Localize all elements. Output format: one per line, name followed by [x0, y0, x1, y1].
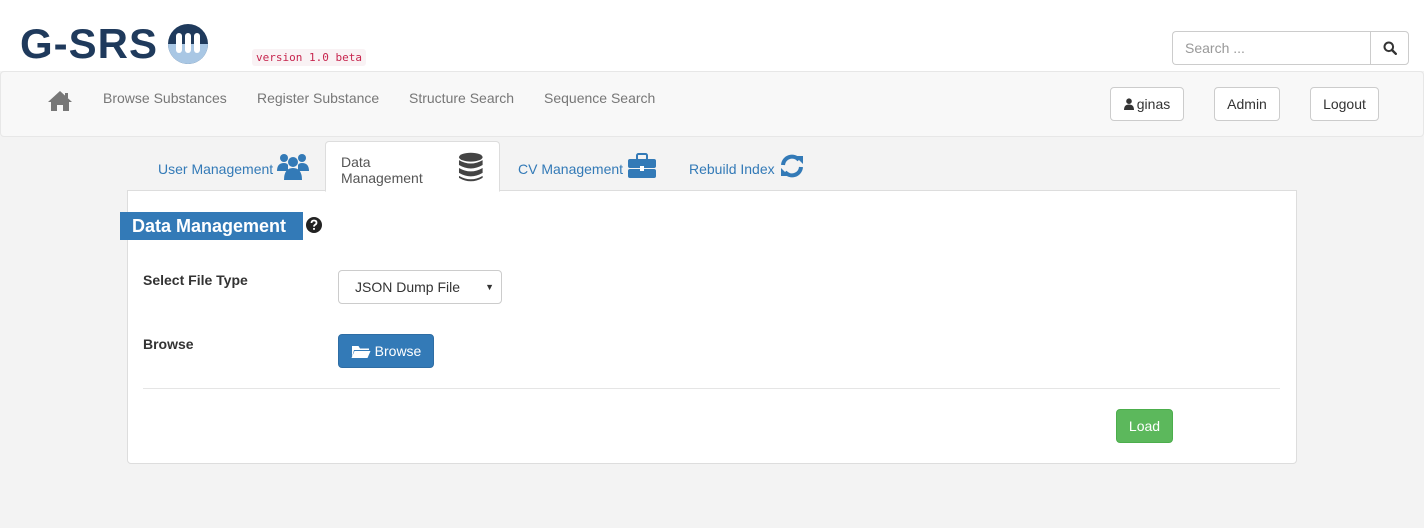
refresh-icon — [780, 154, 803, 178]
version-label: version 1.0 beta — [252, 49, 366, 66]
help-icon[interactable] — [306, 217, 322, 233]
browse-label: Browse — [143, 336, 194, 352]
home-icon — [48, 91, 72, 111]
folder-open-icon — [351, 345, 371, 358]
browse-button-label: Browse — [374, 343, 422, 359]
logo-text: G-SRS — [20, 20, 159, 67]
divider — [143, 388, 1280, 389]
search-input[interactable] — [1172, 31, 1370, 65]
briefcase-icon — [628, 153, 657, 178]
search-box — [1172, 31, 1409, 65]
home-link[interactable] — [47, 90, 73, 115]
logo[interactable]: G-SRS — [20, 20, 209, 67]
tab-label: User Management — [158, 161, 274, 177]
user-button[interactable]: ginas — [1110, 87, 1184, 121]
users-icon — [277, 154, 310, 180]
admin-button[interactable]: Admin — [1214, 87, 1280, 121]
logo-mark-icon — [168, 24, 209, 64]
file-type-value: JSON Dump File — [355, 279, 461, 295]
tab-cv-management[interactable]: CV Management — [503, 141, 672, 191]
header: G-SRS version 1.0 beta — [0, 0, 1424, 71]
admin-tabs: User Management Data Management CV Manag… — [127, 141, 1297, 192]
tab-label: Data Management — [341, 153, 423, 186]
nav-sequence-search[interactable]: Sequence Search — [544, 90, 655, 106]
chevron-down-icon: ▼ — [485, 282, 494, 292]
tab-label: Rebuild Index — [689, 161, 775, 177]
panel-title: Data Management — [120, 212, 303, 240]
nav-register-substance[interactable]: Register Substance — [257, 90, 379, 106]
tab-label: CV Management — [518, 161, 624, 177]
nav-structure-search[interactable]: Structure Search — [409, 90, 514, 106]
file-type-label: Select File Type — [143, 272, 248, 288]
load-button[interactable]: Load — [1116, 409, 1173, 443]
search-icon — [1383, 41, 1397, 55]
database-icon — [459, 152, 484, 181]
browse-button[interactable]: Browse — [338, 334, 434, 368]
file-type-select[interactable]: JSON Dump File ▼ — [338, 270, 502, 304]
main-navbar: Browse Substances Register Substance Str… — [0, 71, 1424, 137]
nav-browse-substances[interactable]: Browse Substances — [103, 90, 227, 106]
user-icon — [1123, 98, 1134, 110]
tab-user-management[interactable]: User Management — [143, 141, 324, 191]
tab-rebuild-index[interactable]: Rebuild Index — [674, 141, 820, 191]
tab-data-management[interactable]: Data Management — [325, 141, 500, 192]
logout-button[interactable]: Logout — [1310, 87, 1379, 121]
user-name: ginas — [1136, 96, 1171, 112]
search-button[interactable] — [1370, 31, 1409, 65]
